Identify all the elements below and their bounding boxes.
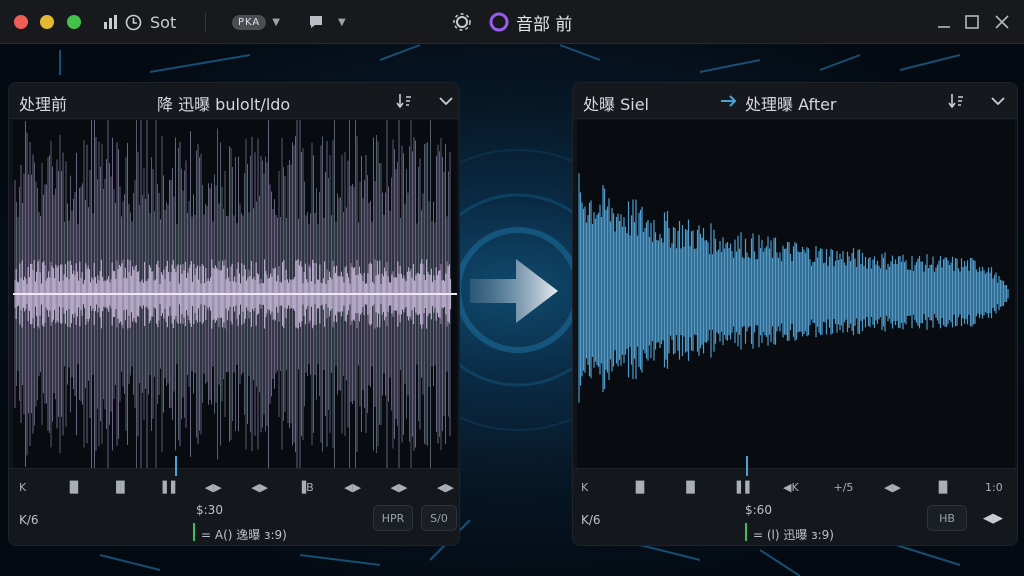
chevron-down-icon: ▼	[272, 16, 280, 28]
transport-button[interactable]: ◀▶	[437, 481, 454, 494]
before-channel-label: = A() 逸曝 ɜ:9)	[201, 528, 287, 542]
app-logo-icon	[488, 0, 510, 44]
chevron-down-icon[interactable]	[437, 92, 455, 110]
after-playback-toggle[interactable]: ◀▶	[975, 505, 1011, 531]
before-corner-label: K/6	[19, 513, 39, 527]
transport-button[interactable]: ◀▶	[344, 481, 361, 494]
transport-button[interactable]: ▐▌	[935, 481, 952, 494]
after-panel: 处曝 Siel 处理曝 After K ▐▌ ▐▌ ▐▐ ◀K +/5 ◀▶ ▐▌ 1:0 K/…	[572, 82, 1018, 546]
transport-button[interactable]: ◀▶	[391, 481, 408, 494]
after-panel-header: 处曝 Siel 处理曝 After	[573, 83, 1017, 119]
before-panel-title: 处理前	[19, 95, 68, 114]
transport-button[interactable]: ▐▌	[65, 481, 82, 494]
minimize-window-button[interactable]	[40, 15, 54, 29]
transport-button[interactable]: ▐B	[298, 481, 314, 494]
transport-button[interactable]: +/5	[834, 481, 854, 494]
transport-button[interactable]: ▐▌	[632, 481, 649, 494]
before-time: $:30	[196, 503, 223, 517]
chevron-down-icon[interactable]	[989, 92, 1007, 110]
after-hb-button[interactable]: HB	[927, 505, 967, 531]
close-icon[interactable]	[992, 12, 1012, 32]
before-hpr-button[interactable]: HPR	[373, 505, 413, 531]
levels-icon[interactable]	[103, 0, 119, 44]
transport-button[interactable]: ◀K	[783, 481, 799, 494]
transport-button[interactable]: K	[19, 481, 26, 494]
transport-row	[15, 469, 455, 470]
playhead[interactable]	[175, 456, 177, 476]
transport-button[interactable]: ▐▐	[158, 481, 175, 494]
minimize-icon[interactable]	[934, 12, 954, 32]
after-time: $:60	[745, 503, 772, 517]
transport-button[interactable]: 1:0	[985, 481, 1003, 494]
clean-waveform	[578, 173, 1009, 403]
transport-button[interactable]: ◀▶	[205, 481, 222, 494]
transport-button[interactable]: K	[581, 481, 588, 494]
clock-icon[interactable]	[125, 0, 142, 44]
chat-icon	[310, 16, 322, 28]
after-corner-label: K/6	[581, 513, 601, 527]
chevron-down-icon: ▼	[338, 16, 346, 28]
before-panel-subtitle: 降 迅曝 bulolt/ldo	[157, 95, 291, 114]
after-channel-label: = (l) 迅曝 ɜ:9)	[753, 528, 834, 542]
transport-button[interactable]: ◀▶	[251, 481, 268, 494]
chat-menu[interactable]: ▼	[308, 0, 346, 44]
sort-icon[interactable]	[395, 92, 413, 110]
transport-button[interactable]: ▐▌	[682, 481, 699, 494]
record-level-indicator	[193, 523, 195, 541]
playhead[interactable]	[746, 456, 748, 476]
arrow-icon	[719, 92, 737, 110]
gear-icon[interactable]	[453, 0, 471, 44]
maximize-icon[interactable]	[962, 12, 982, 32]
before-s0-button[interactable]: S/0	[421, 505, 457, 531]
transport-button[interactable]: ▐▌	[112, 481, 129, 494]
profile-pill-label: PKA	[232, 14, 267, 30]
transport-button[interactable]: ◀▶	[884, 481, 901, 494]
record-level-indicator	[745, 523, 747, 541]
after-panel-title-left: 处曝 Siel	[583, 95, 649, 114]
zoom-window-button[interactable]	[67, 15, 81, 29]
title-bar: Sot PKA ▼ ▼ 音部 前	[0, 0, 1024, 44]
profile-pill[interactable]: PKA ▼	[232, 0, 280, 44]
close-window-button[interactable]	[14, 15, 28, 29]
transport-button[interactable]: ▐▐	[733, 481, 750, 494]
window-title: 音部 前	[516, 14, 573, 35]
arrow-right-icon	[470, 255, 560, 327]
before-panel: 处理前 降 迅曝 bulolt/ldo K ▐▌ ▐▌ ▐▐ ◀▶ ◀▶ ▐B ◀▶ ◀▶ ◀▶ …	[8, 82, 460, 546]
divider	[205, 12, 206, 32]
noisy-waveform	[13, 120, 457, 468]
sort-icon[interactable]	[947, 92, 965, 110]
app-name: Sot	[150, 12, 177, 32]
after-panel-title-right: 处理曝 After	[745, 95, 837, 114]
before-panel-header: 处理前 降 迅曝 bulolt/ldo	[9, 83, 459, 119]
